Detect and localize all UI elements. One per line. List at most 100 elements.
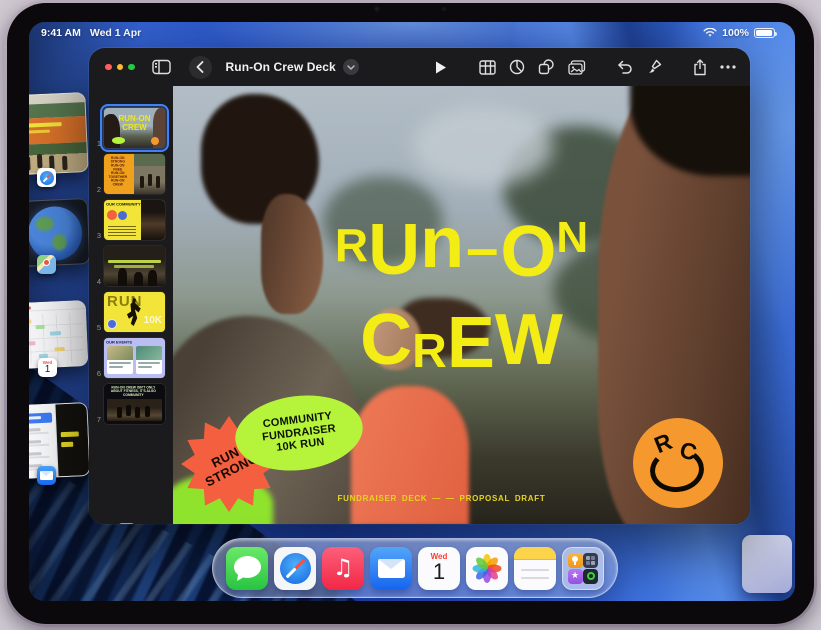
mail-envelope xyxy=(378,559,405,578)
play-button[interactable] xyxy=(433,60,448,75)
battery-percent: 100% xyxy=(722,27,749,39)
slide-number: 1 xyxy=(93,139,101,148)
mail-app-icon[interactable] xyxy=(370,547,412,590)
thumb6-event-card xyxy=(107,346,133,374)
keynote-window: Run-On Crew Deck xyxy=(89,48,750,524)
calendar-app-icon[interactable]: Wed 1 xyxy=(418,547,460,590)
title-chevron-down-icon[interactable] xyxy=(343,59,359,75)
stage-manager-safari-window[interactable] xyxy=(29,92,89,175)
calendar-event xyxy=(55,347,65,351)
slide-thumbnail-1[interactable]: RUN-ON CREW xyxy=(104,108,165,148)
front-camera xyxy=(374,6,380,12)
wifi-icon xyxy=(703,28,717,38)
slide-number: 7 xyxy=(93,415,101,424)
slide-row-4: 4 xyxy=(89,246,173,286)
mail-envelope xyxy=(40,471,53,480)
slide-number: 5 xyxy=(93,323,101,332)
notes-line xyxy=(521,569,549,572)
slide-row-2: 2 RUN-ON STRONG RUN-ON FREE RU xyxy=(89,154,173,194)
thumb2-photo xyxy=(134,154,165,194)
safari-app-icon[interactable] xyxy=(274,547,316,590)
app-library-star-mini: ★ xyxy=(568,569,583,584)
status-bar-right: 100% xyxy=(703,27,775,39)
slide-thumbnail-2[interactable]: RUN-ON STRONG RUN-ON FREE RUN-ON TOGETHE… xyxy=(104,154,165,194)
thumb2-lines: RUN-ON STRONG RUN-ON FREE RUN-ON TOGETHE… xyxy=(106,156,130,186)
chart-button[interactable] xyxy=(509,59,525,75)
photos-app-icon[interactable] xyxy=(466,547,508,590)
stage-manager-calendar-window[interactable] xyxy=(29,300,88,369)
status-date: Wed 1 Apr xyxy=(90,27,141,39)
safari-app-badge[interactable] xyxy=(37,168,56,187)
slide-row-5: 5 RUN 10K xyxy=(89,292,173,332)
wallpaper-light-panel xyxy=(742,535,792,593)
slide-row-7: 7 RUN-ON CREW ISN'T ONLY ABOUT FITNESS, … xyxy=(89,384,173,424)
share-button[interactable] xyxy=(693,59,707,76)
thumb-figure xyxy=(148,270,157,286)
calendar-event xyxy=(29,319,32,323)
thumb-orange-badge xyxy=(151,137,159,145)
battery-icon xyxy=(754,28,775,38)
sidebar-toggle-icon[interactable] xyxy=(152,59,171,75)
calendar-window-header xyxy=(29,301,85,312)
shapes-button[interactable] xyxy=(538,59,555,75)
slide-thumbnail-4[interactable] xyxy=(104,246,165,286)
dock: ♫ Wed 1 xyxy=(212,538,618,598)
back-button[interactable] xyxy=(189,56,212,79)
slide-canvas[interactable]: RUn–ON CREW COMMUNITY FUNDRAISER 10K RUN xyxy=(173,86,750,524)
maps-landmass xyxy=(52,234,67,251)
zoom-window-button[interactable] xyxy=(128,64,135,71)
slide-headline-line2[interactable]: CREW xyxy=(173,304,750,379)
messages-app-icon[interactable] xyxy=(226,547,268,590)
add-slide-button[interactable]: + xyxy=(118,523,135,524)
notes-app-icon[interactable] xyxy=(514,547,556,590)
format-brush-button[interactable] xyxy=(646,59,662,75)
app-library-tips-mini xyxy=(568,553,583,568)
slide-number: 4 xyxy=(93,277,101,286)
maps-pin xyxy=(43,259,50,266)
calendar-event xyxy=(29,341,35,345)
undo-button[interactable] xyxy=(617,60,633,74)
music-note-icon: ♫ xyxy=(322,555,364,581)
notes-line xyxy=(521,577,549,580)
app-library-mini xyxy=(583,553,598,568)
rc-smiley-badge[interactable]: R C xyxy=(633,418,723,508)
thumb7-photo xyxy=(107,399,162,421)
music-app-icon[interactable]: ♫ xyxy=(322,547,364,590)
thumb5-blue-badge xyxy=(107,319,117,329)
screen: 9:41 AM Wed 1 Apr 100% xyxy=(29,22,795,601)
maps-app-badge[interactable] xyxy=(37,255,56,274)
thumb-figure xyxy=(118,268,127,286)
document-title[interactable]: Run-On Crew Deck xyxy=(226,60,336,74)
rc-smile xyxy=(648,445,706,494)
slide-thumbnail-7[interactable]: RUN-ON CREW ISN'T ONLY ABOUT FITNESS, IT… xyxy=(104,384,165,424)
app-library-mini xyxy=(583,569,598,584)
minimize-window-button[interactable] xyxy=(117,64,124,71)
calendar-app-badge[interactable]: Wed 1 xyxy=(38,358,57,377)
photo-sky xyxy=(413,106,553,186)
slide-row-6: 6 OUR EVENTS xyxy=(89,338,173,378)
maps-globe xyxy=(29,205,83,261)
thumb6-event-card xyxy=(136,346,162,374)
media-button[interactable] xyxy=(568,60,586,75)
table-button[interactable] xyxy=(479,60,496,75)
mail-app-badge[interactable] xyxy=(37,466,56,485)
thumb3-photo xyxy=(141,200,165,240)
slide-thumbnail-6[interactable]: OUR EVENTS xyxy=(104,338,165,378)
more-button[interactable] xyxy=(720,65,736,69)
photo-runner-mid-top xyxy=(351,386,469,524)
app-library-icon[interactable]: ★ xyxy=(562,547,604,590)
slide-thumbnail-5[interactable]: RUN 10K xyxy=(104,292,165,332)
traffic-lights xyxy=(105,64,135,71)
thumb4-caption-bar xyxy=(108,260,161,263)
slide-number: 3 xyxy=(93,231,101,240)
thumb5-10k-text: 10K xyxy=(144,315,162,326)
mail-banner xyxy=(29,413,52,425)
current-slide: RUn–ON CREW COMMUNITY FUNDRAISER 10K RUN xyxy=(173,86,750,524)
slide-thumbnail-3[interactable]: OUR COMMUNITY xyxy=(104,200,165,240)
close-window-button[interactable] xyxy=(105,64,112,71)
thumb1-headline: RUN-ON CREW xyxy=(104,115,165,132)
slide-headline-line1[interactable]: RUn–ON xyxy=(173,214,750,288)
slide-navigator: 1 RUN-ON CREW 2 xyxy=(89,86,173,524)
slide-row-3: 3 OUR COMMUNITY xyxy=(89,200,173,240)
microphone-dot xyxy=(442,7,446,11)
